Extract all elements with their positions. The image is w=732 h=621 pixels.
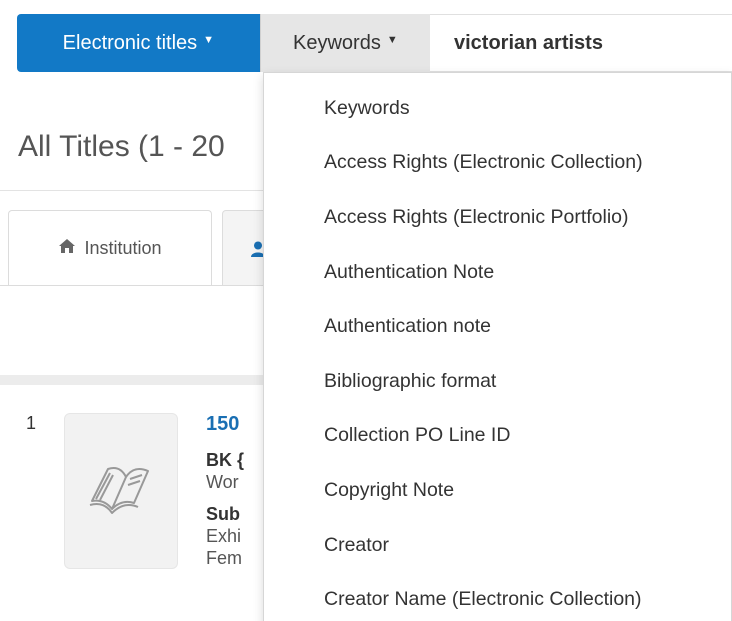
menu-item-copyright-note[interactable]: Copyright Note xyxy=(304,463,731,518)
app-root: Electronic titles ▼ Keywords ▼ All Title… xyxy=(0,0,732,621)
search-scope-label: Electronic titles xyxy=(62,31,198,54)
caret-down-icon: ▼ xyxy=(203,34,215,46)
menu-item-access-rights-collection[interactable]: Access Rights (Electronic Collection) xyxy=(304,136,731,191)
result-subject-line: Fem xyxy=(206,548,242,568)
result-details: 150 BK { Wor Sub Exhi Fem xyxy=(206,413,266,569)
menu-item-authentication-note-lower[interactable]: Authentication note xyxy=(304,299,731,354)
page-title: All Titles (1 - 20 xyxy=(18,130,225,163)
menu-item-creator[interactable]: Creator xyxy=(304,518,731,573)
search-bar: Electronic titles ▼ Keywords ▼ xyxy=(17,14,732,72)
result-title-link[interactable]: 150 xyxy=(206,413,266,435)
result-thumbnail[interactable] xyxy=(64,413,178,569)
home-icon xyxy=(58,238,76,259)
tabs-divider xyxy=(0,285,265,286)
menu-item-authentication-note[interactable]: Authentication Note xyxy=(304,245,731,300)
menu-item-access-rights-portfolio[interactable]: Access Rights (Electronic Portfolio) xyxy=(304,190,731,245)
search-input[interactable] xyxy=(430,14,732,72)
search-scope-dropdown[interactable]: Electronic titles ▼ xyxy=(17,14,260,72)
open-book-icon xyxy=(86,459,156,524)
caret-down-icon: ▼ xyxy=(386,34,398,46)
tab-institution[interactable]: Institution xyxy=(8,210,212,286)
result-type: BK { xyxy=(206,450,245,470)
search-field-label: Keywords xyxy=(293,31,381,54)
divider xyxy=(0,190,265,191)
section-separator xyxy=(0,375,265,385)
result-subject-label: Sub xyxy=(206,504,240,524)
search-field-menu: Keywords Access Rights (Electronic Colle… xyxy=(263,72,732,621)
search-field-dropdown[interactable]: Keywords ▼ xyxy=(259,14,430,72)
menu-item-bibliographic-format[interactable]: Bibliographic format xyxy=(304,354,731,409)
result-subject-line: Exhi xyxy=(206,526,242,546)
menu-item-creator-name-collection[interactable]: Creator Name (Electronic Collection) xyxy=(304,572,731,621)
tab-institution-label: Institution xyxy=(84,238,162,258)
result-detail-line: Wor xyxy=(206,472,239,492)
menu-item-keywords[interactable]: Keywords xyxy=(304,81,731,136)
menu-item-collection-po-line-id[interactable]: Collection PO Line ID xyxy=(304,409,731,464)
result-number: 1 xyxy=(26,413,37,433)
